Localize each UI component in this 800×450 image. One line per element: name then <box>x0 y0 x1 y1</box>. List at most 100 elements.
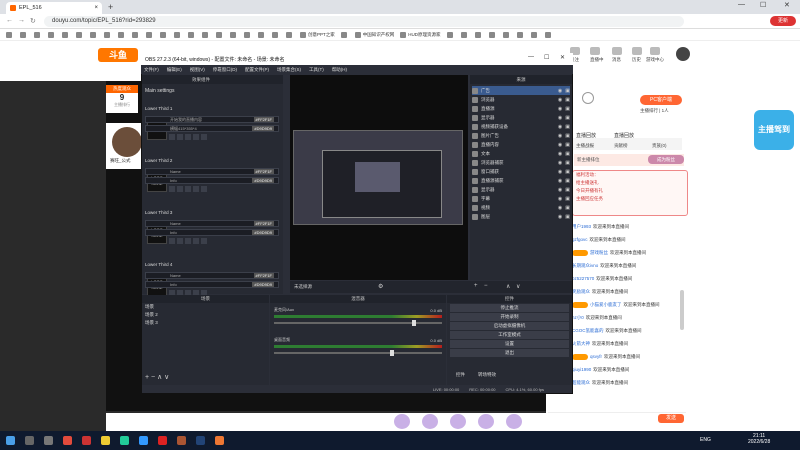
source-item[interactable]: 直播内容 ◉ ▣ <box>472 140 570 149</box>
style-button[interactable] <box>185 186 191 192</box>
app-icon[interactable] <box>215 436 224 445</box>
visibility-eye-icon[interactable]: ◉ <box>558 124 562 130</box>
bookmark-item[interactable] <box>446 31 455 38</box>
obs-menu-item[interactable]: 配置文件(P) <box>245 67 269 73</box>
back-icon[interactable]: ← <box>6 17 13 24</box>
pc-client-button[interactable]: PC客户端 <box>640 95 682 105</box>
lock-icon[interactable]: ▣ <box>565 178 570 184</box>
search-icon[interactable] <box>25 436 34 445</box>
maximize-icon[interactable]: ☐ <box>760 1 766 9</box>
style-button[interactable] <box>193 186 199 192</box>
lower-third-line1-input[interactable]: 开始我的直播内容 #FF2F1F <box>145 116 279 123</box>
main-settings[interactable]: Main settings <box>145 88 174 94</box>
anchor-avatar[interactable] <box>112 127 142 157</box>
bookmark-item[interactable] <box>76 31 84 38</box>
bookmark-item[interactable] <box>544 31 553 38</box>
obs-menu-item[interactable]: 文件(F) <box>144 67 159 73</box>
lower-third-line2-input[interactable]: Info #D9D9D9 <box>145 281 279 288</box>
remove-source-icon[interactable]: − <box>484 283 488 289</box>
bookmark-item[interactable] <box>216 31 224 38</box>
clock[interactable]: 21:11 2022/6/28 <box>748 433 770 445</box>
obs-menu-item[interactable]: 视图(V) <box>190 67 205 73</box>
app-icon[interactable] <box>158 436 167 445</box>
forward-icon[interactable]: → <box>18 17 25 24</box>
source-item[interactable]: 显示器 ◉ ▣ <box>472 113 570 122</box>
app-icon[interactable] <box>101 436 110 445</box>
gift-icon[interactable] <box>450 414 466 429</box>
color-tag[interactable]: #D9D9D9 <box>252 126 274 131</box>
visibility-eye-icon[interactable]: ◉ <box>558 115 562 121</box>
bookmark-item[interactable] <box>160 31 168 38</box>
lower-third-title[interactable]: Lower Third 1 <box>145 106 279 114</box>
chat-send-button[interactable]: 发送 <box>658 414 684 423</box>
lock-icon[interactable]: ▣ <box>565 151 570 157</box>
style-button[interactable] <box>177 134 183 140</box>
style-button[interactable] <box>193 134 199 140</box>
stop-stream-button[interactable]: 停止推流 <box>450 304 569 312</box>
bookmark-item[interactable] <box>502 31 511 38</box>
visibility-eye-icon[interactable]: ◉ <box>558 205 562 211</box>
visibility-eye-icon[interactable]: ◉ <box>558 169 562 175</box>
bookmark-item[interactable] <box>460 31 469 38</box>
taskview-icon[interactable] <box>44 436 53 445</box>
gift-icon[interactable] <box>422 414 438 429</box>
source-item[interactable]: 图层 ◉ ▣ <box>472 212 570 221</box>
style-button[interactable] <box>193 238 199 244</box>
start-recording-button[interactable]: 开始录制 <box>450 313 569 321</box>
chat-user[interactable]: 超能观众 <box>572 380 590 386</box>
chat-user[interactable]: CGOC氢能喜的 <box>572 328 604 334</box>
lower-third-line2-input[interactable]: Info #D9D9D9 <box>145 177 279 184</box>
lock-icon[interactable]: ▣ <box>565 88 570 94</box>
style-button[interactable] <box>201 238 207 244</box>
bookmark-item[interactable] <box>230 31 238 38</box>
source-item[interactable]: 浏览器 ◉ ▣ <box>472 95 570 104</box>
scene-item[interactable]: 场景 2 <box>142 311 269 319</box>
exit-button[interactable]: 退出 <box>450 349 569 357</box>
lower-third-title[interactable]: Lower Third 3 <box>145 210 279 218</box>
visibility-eye-icon[interactable]: ◉ <box>558 133 562 139</box>
chat-user[interactable]: qiuyi1990 <box>572 367 591 372</box>
app-icon[interactable] <box>177 436 186 445</box>
bookmark-item[interactable]: HUD原理资源家 <box>400 31 441 38</box>
chat-user[interactable]: bz5227570 <box>572 276 594 281</box>
gift-icon[interactable] <box>478 414 494 429</box>
reload-icon[interactable]: ↻ <box>30 17 36 25</box>
history-icon[interactable] <box>632 47 642 55</box>
bookmark-item[interactable] <box>62 31 70 38</box>
chat-user[interactable]: 奖励观众 <box>572 289 590 295</box>
avatar[interactable] <box>676 47 690 61</box>
color-tag[interactable]: #FF2F1F <box>253 117 274 122</box>
bookmark-item[interactable] <box>118 31 126 38</box>
update-button[interactable]: 更新 <box>770 16 796 26</box>
visibility-eye-icon[interactable]: ◉ <box>558 88 562 94</box>
bookmark-item[interactable] <box>20 31 28 38</box>
lock-icon[interactable]: ▣ <box>565 133 570 139</box>
source-item[interactable]: 广告 ◉ ▣ <box>472 86 570 95</box>
lock-icon[interactable]: ▣ <box>565 205 570 211</box>
color-tag[interactable]: #FF2F1F <box>253 273 274 278</box>
chat-user[interactable]: 游戏粉丝 <box>590 250 608 256</box>
chat-user[interactable]: 长期观众ivno <box>572 263 598 269</box>
source-item[interactable]: 视频 ◉ ▣ <box>472 203 570 212</box>
tray-lang[interactable]: ENG <box>700 437 711 443</box>
source-item[interactable]: 显示器 ◉ ▣ <box>472 185 570 194</box>
lock-icon[interactable]: ▣ <box>565 169 570 175</box>
lock-icon[interactable]: ▣ <box>565 187 570 193</box>
chat-user[interactable]: hz小0 <box>572 315 584 321</box>
virtual-camera-button[interactable]: 启动虚拟摄像机 <box>450 322 569 330</box>
bookmark-item[interactable] <box>48 31 56 38</box>
style-button[interactable] <box>169 186 175 192</box>
obs-menu-item[interactable]: 帮助(H) <box>332 67 347 73</box>
bookmark-item[interactable] <box>188 31 196 38</box>
move-down-icon[interactable]: ∨ <box>516 283 520 290</box>
chat-user[interactable]: 用户1993 <box>572 224 591 230</box>
new-tab-button[interactable]: + <box>108 2 113 12</box>
color-tag[interactable]: #FF2F1F <box>253 221 274 226</box>
bookmark-item[interactable] <box>34 31 42 38</box>
lock-icon[interactable]: ▣ <box>565 115 570 121</box>
volume-fader[interactable] <box>274 320 442 326</box>
lock-icon[interactable]: ▣ <box>565 106 570 112</box>
url-input[interactable]: douyu.com/topic/EPL_516?rid=293829 <box>44 16 684 27</box>
lower-third-line2-input[interactable]: Info #D9D9D9 <box>145 229 279 236</box>
lower-third-line1-input[interactable]: Name #FF2F1F <box>145 220 279 227</box>
